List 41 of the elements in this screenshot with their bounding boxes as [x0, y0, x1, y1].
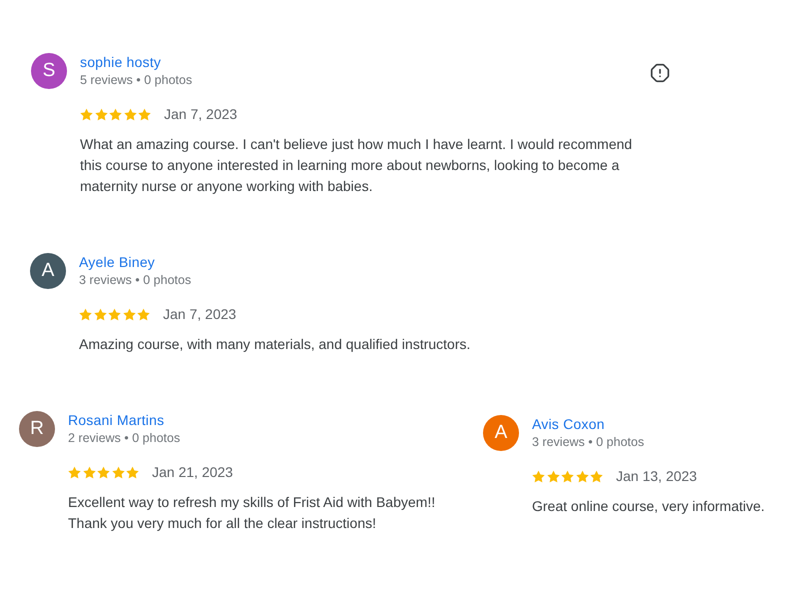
star-icon [122, 308, 136, 320]
star-icon [80, 108, 93, 120]
reviewer-stats: 2 reviews • 0 photos [68, 430, 180, 447]
star-icon [108, 308, 121, 320]
star-icon [546, 470, 560, 482]
reviewer-name[interactable]: Ayele Biney [79, 253, 155, 271]
review-text: Great online course, very informative. [532, 497, 766, 516]
star-icon [79, 308, 92, 320]
review-text: Amazing course, with many materials, and qualified instructors. [79, 335, 472, 354]
avatar[interactable]: A [483, 415, 519, 451]
avatar[interactable]: R [19, 411, 55, 447]
reviewer-name[interactable]: Avis Coxon [532, 415, 605, 433]
star-icon [532, 470, 545, 482]
reviewer-stats: 5 reviews • 0 photos [80, 72, 192, 89]
star-icon [590, 470, 603, 482]
star-icon [138, 108, 151, 120]
reviewer-name[interactable]: sophie hosty [80, 53, 162, 71]
star-icon [126, 466, 139, 478]
reviewer-stats: 3 reviews • 0 photos [79, 272, 192, 289]
star-icon [137, 308, 150, 320]
reviewer-stats: 3 reviews • 0 photos [532, 434, 644, 451]
review-date: Jan 21, 2023 [152, 463, 233, 482]
review-text: Excellent way to refresh my skills of Frist Aid with Babyem!! Thank you very much for all the clear instructions! [68, 493, 436, 533]
avatar[interactable]: S [31, 53, 67, 89]
avatar[interactable]: A [30, 253, 66, 289]
star-icon [68, 466, 81, 478]
star-icon [576, 470, 588, 482]
review-date: Jan 13, 2023 [616, 467, 697, 486]
star-icon [124, 108, 136, 120]
star-icon [94, 308, 106, 320]
reviewer-name[interactable]: Rosani Martins [68, 411, 164, 429]
review-text: What an amazing course. I can't believe just how much I have learnt. I would recommend this course to anyone interested in learning more about newborns, looking to become a maternity nurse or anyone working with babies. [80, 135, 634, 196]
octagon-alert-icon[interactable] [650, 63, 670, 83]
review-date: Jan 7, 2023 [164, 105, 238, 124]
star-icon [94, 108, 108, 120]
star-icon [97, 466, 110, 478]
review-date: Jan 7, 2023 [163, 305, 236, 324]
star-icon [112, 466, 124, 478]
star-icon [109, 108, 122, 120]
star-icon [82, 466, 96, 478]
star-icon [561, 470, 574, 482]
